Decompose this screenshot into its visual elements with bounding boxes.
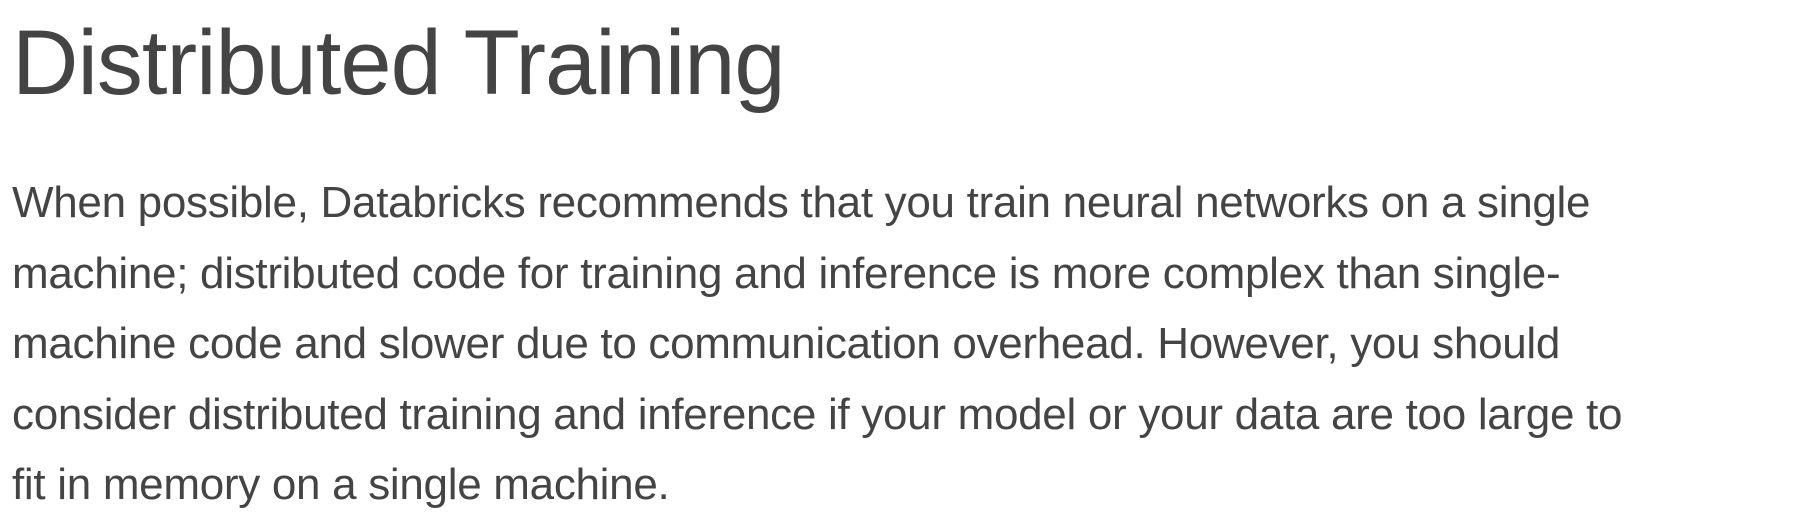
paragraph-line: machine; distributed code for training a… bbox=[12, 248, 1561, 298]
intro-paragraph: When possible, Databricks recommends tha… bbox=[12, 168, 1802, 521]
paragraph-line: fit in memory on a single machine. bbox=[12, 460, 670, 509]
paragraph-line: consider distributed training and infere… bbox=[12, 389, 1623, 439]
paragraph-line: When possible, Databricks recommends tha… bbox=[12, 178, 1591, 227]
page-title: Distributed Training bbox=[12, 12, 786, 114]
paragraph-line: machine code and slower due to communica… bbox=[12, 319, 1561, 368]
article-content: Distributed Training When possible, Data… bbox=[12, 0, 1802, 521]
